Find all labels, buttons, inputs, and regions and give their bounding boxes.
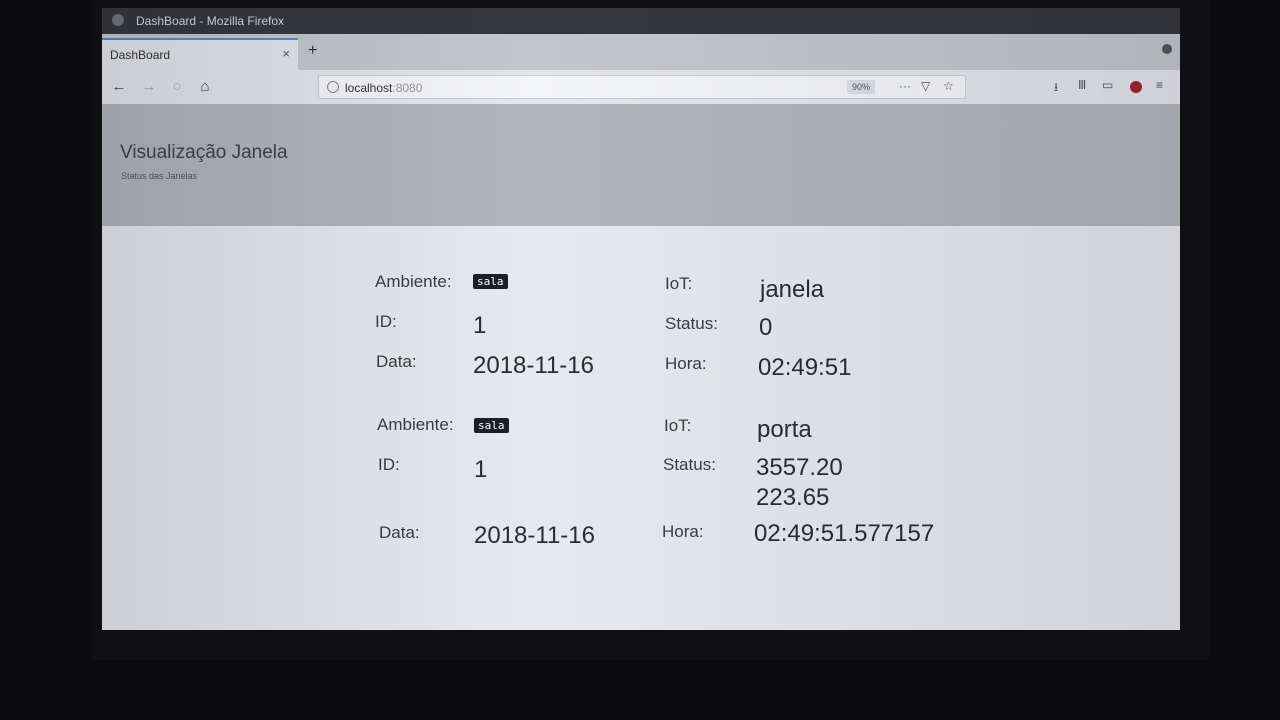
home-icon[interactable]: ⌂ [194,76,216,98]
tab-dashboard[interactable]: DashBoard × [102,38,298,70]
id-label: ID: [375,312,397,331]
site-info-icon[interactable] [327,81,339,93]
back-icon[interactable]: ← [108,76,130,98]
pocket-icon[interactable]: ▽ [921,79,930,93]
zoom-badge[interactable]: 90% [847,80,876,94]
library-icon[interactable]: Ⅲ [1078,78,1086,92]
hora-label: Hora: [665,354,707,373]
window-close-icon[interactable] [1162,44,1172,54]
status-value: 3557.20 [756,454,843,481]
firefox-icon [112,14,124,26]
status-value-2: 223.65 [756,484,830,511]
hora-label: Hora: [662,522,704,541]
navigation-bar: ← → ○ ⌂ localhost:8080 90% ··· ▽ ☆ ⭳ Ⅲ ▭… [102,70,1180,104]
new-tab-button[interactable]: + [308,42,317,60]
header-jumbotron: Visualização Janela Status das Janelas [102,104,1180,226]
data-value: 2018-11-16 [473,352,594,379]
ambiente-label: Ambiente: [375,272,452,291]
iot-label: IoT: [664,416,692,435]
data-value: 2018-11-16 [474,522,595,549]
ambiente-badge: sala [474,418,509,433]
hora-value: 02:49:51.577157 [754,520,935,547]
url-port: :8080 [392,81,423,95]
tab-close-icon[interactable]: × [282,46,290,61]
data-label: Data: [376,352,417,371]
id-value: 1 [473,312,487,339]
window-title: DashBoard - Mozilla Firefox [136,14,285,28]
url-host: localhost [345,81,393,95]
status-label: Status: [663,455,716,474]
iot-value: porta [757,416,812,443]
forward-icon[interactable]: → [138,76,160,98]
menu-icon[interactable]: ≡ [1156,78,1163,92]
status-value: 0 [759,314,773,341]
extension-icon[interactable] [1130,81,1142,93]
tab-strip: DashBoard × + [102,34,1180,70]
data-label: Data: [379,523,420,542]
tab-label: DashBoard [110,48,171,62]
bookmark-star-icon[interactable]: ☆ [943,79,954,93]
downloads-icon[interactable]: ⭳ [1054,78,1058,99]
reload-icon[interactable]: ○ [166,76,188,98]
ambiente-label: Ambiente: [377,415,454,434]
id-value: 1 [474,456,488,483]
page-content: Visualização Janela Status das Janelas A… [102,104,1180,630]
page-title: Visualização Janela [120,142,288,163]
iot-label: IoT: [665,274,693,293]
page-actions-icon[interactable]: ··· [899,79,911,93]
hora-value: 02:49:51 [758,354,852,381]
status-label: Status: [665,314,718,333]
id-label: ID: [378,455,400,474]
url-bar[interactable]: localhost:8080 90% ··· ▽ ☆ [318,75,966,99]
monitor-screen: DashBoard - Mozilla Firefox DashBoard × … [102,8,1180,630]
sidebar-icon[interactable]: ▭ [1102,78,1113,92]
ambiente-badge: sala [473,274,508,289]
page-subtitle: Status das Janelas [121,171,198,181]
iot-value: janela [760,276,825,303]
url-text: localhost:8080 [345,81,422,95]
window-titlebar: DashBoard - Mozilla Firefox [102,8,1180,34]
